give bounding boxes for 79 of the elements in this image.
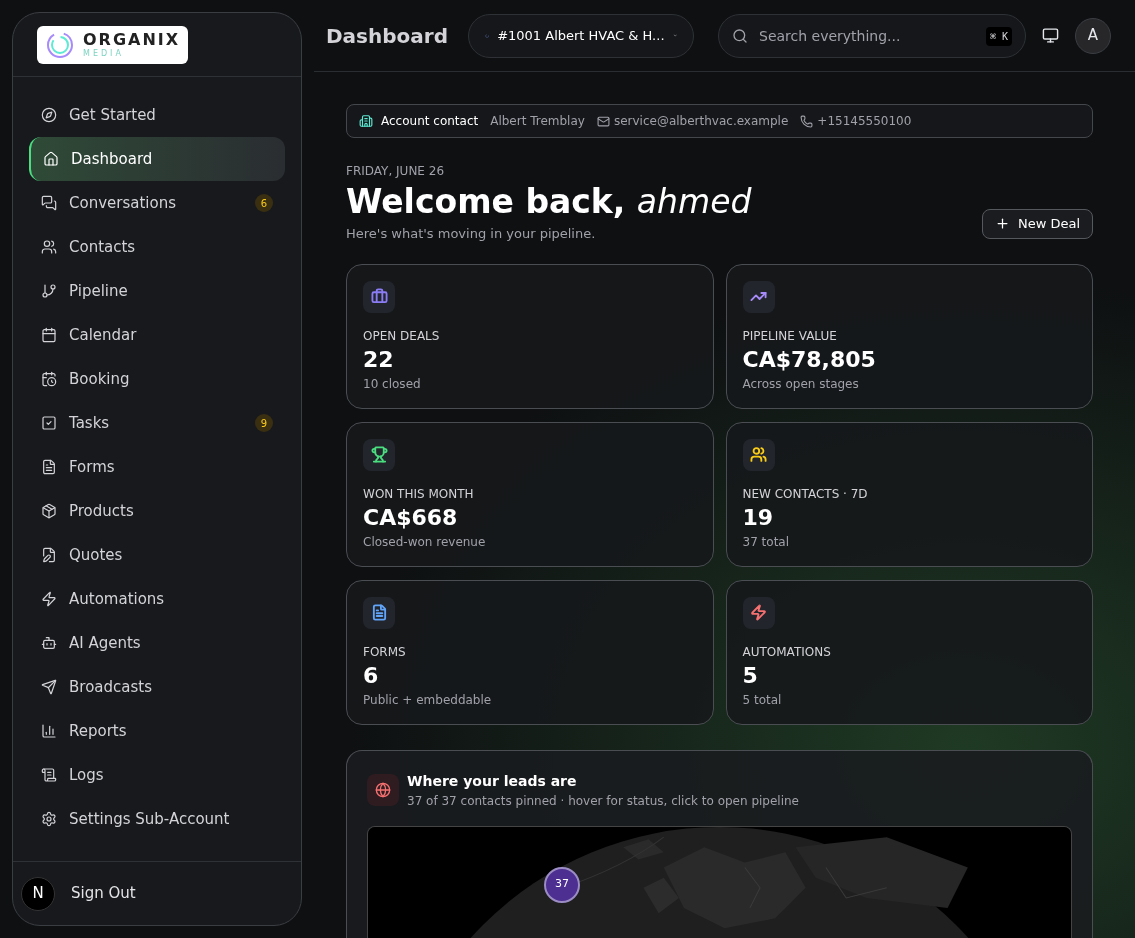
document-icon <box>41 459 57 475</box>
welcome-heading: Welcome back, ahmed <box>346 181 753 223</box>
stat-value: 22 <box>363 345 395 374</box>
sidebar-item[interactable]: Get Started <box>29 93 285 137</box>
scroll-icon <box>41 767 57 783</box>
sidebar-item[interactable]: Automations <box>29 577 285 621</box>
stat-note: Closed-won revenue <box>363 533 487 551</box>
stat-label: WON THIS MONTH <box>363 485 475 503</box>
lightning-icon <box>41 591 57 607</box>
sign-out-link[interactable]: Sign Out <box>71 882 136 905</box>
contact-phone[interactable]: +15145550100 <box>817 112 912 130</box>
checkbox-icon <box>41 415 57 431</box>
sidebar-item[interactable]: Logs <box>29 753 285 797</box>
welcome-subtitle: Here's what's moving in your pipeline. <box>346 225 597 243</box>
chat-icon <box>41 195 57 211</box>
plus-icon <box>994 216 1010 231</box>
avatar: N <box>21 876 55 911</box>
sidebar-item[interactable]: Contacts <box>29 225 285 269</box>
sidebar-item[interactable]: Calendar <box>29 313 285 357</box>
stat-label: AUTOMATIONS <box>742 643 832 661</box>
stat-value: CA$668 <box>363 503 459 532</box>
stat-label: OPEN DEALS <box>363 327 441 345</box>
user-avatar[interactable]: A <box>1075 17 1111 54</box>
compass-icon <box>41 107 57 123</box>
sidebar-item[interactable]: Reports <box>29 709 285 753</box>
sidebar-item[interactable]: Broadcasts <box>29 665 285 709</box>
stat-note: 37 total <box>742 533 791 551</box>
sidebar-item[interactable]: Booking <box>29 357 285 401</box>
sidebar-item[interactable]: Settings Sub-Account <box>29 797 285 841</box>
stat-value: 6 <box>363 661 380 690</box>
branch-icon <box>41 283 57 299</box>
stat-label: FORMS <box>363 643 407 661</box>
home-icon <box>43 151 59 167</box>
bar-chart-icon <box>41 723 57 739</box>
search-icon <box>732 27 748 44</box>
edit-document-icon <box>41 547 57 563</box>
send-icon <box>41 679 57 695</box>
contact-email[interactable]: service@alberthvac.example <box>613 112 789 130</box>
stat-label: NEW CONTACTS · 7D <box>742 485 869 503</box>
globe-icon <box>375 782 391 798</box>
account-selector[interactable]: #1001 Albert HVAC & H... <box>468 13 694 58</box>
sidebar-item[interactable]: Forms <box>29 445 285 489</box>
phone-icon <box>800 114 814 128</box>
stat-note: 5 total <box>742 691 783 709</box>
count-badge: 9 <box>255 414 273 432</box>
stat-value: 5 <box>742 661 759 690</box>
settings-icon <box>41 811 57 827</box>
map[interactable]: 37 <box>367 825 1072 938</box>
new-deal-button[interactable]: New Deal <box>981 208 1093 239</box>
stat-label: PIPELINE VALUE <box>742 327 838 345</box>
stat-note: Across open stages <box>742 375 860 393</box>
calendar-icon <box>41 327 57 343</box>
map-title: Where your leads are <box>407 771 578 791</box>
sidebar-item[interactable]: AI Agents <box>29 621 285 665</box>
sidebar-item[interactable]: Products <box>29 489 285 533</box>
logo-tagline: MEDIA <box>83 49 125 58</box>
contact-label: Account contact <box>381 113 479 130</box>
stat-value: CA$78,805 <box>742 345 877 374</box>
sidebar-item[interactable]: Pipeline <box>29 269 285 313</box>
calendar-clock-icon <box>41 371 57 387</box>
box-icon <box>41 503 57 519</box>
building-icon <box>359 114 373 128</box>
count-badge: 6 <box>255 194 273 212</box>
stat-note: Public + embeddable <box>363 691 493 709</box>
page-title: Dashboard <box>326 22 448 50</box>
robot-icon <box>41 635 57 651</box>
date-label: FRIDAY, JUNE 26 <box>346 163 446 180</box>
sidebar-item[interactable]: Quotes <box>29 533 285 577</box>
sidebar-item[interactable]: Conversations 6 <box>29 181 285 225</box>
sidebar-item[interactable]: Tasks 9 <box>29 401 285 445</box>
mail-icon <box>596 114 610 128</box>
map-subtitle: 37 of 37 contacts pinned · hover for status, click to open pipeline <box>407 792 799 810</box>
contact-name: Albert Tremblay <box>490 113 585 130</box>
sidebar-item[interactable]: Dashboard <box>29 137 285 181</box>
stat-note: 10 closed <box>363 375 422 393</box>
stat-value: 19 <box>742 503 775 532</box>
monitor-icon[interactable] <box>1042 27 1059 44</box>
logo-name: ORGANIX <box>83 31 181 48</box>
people-icon <box>41 239 57 255</box>
